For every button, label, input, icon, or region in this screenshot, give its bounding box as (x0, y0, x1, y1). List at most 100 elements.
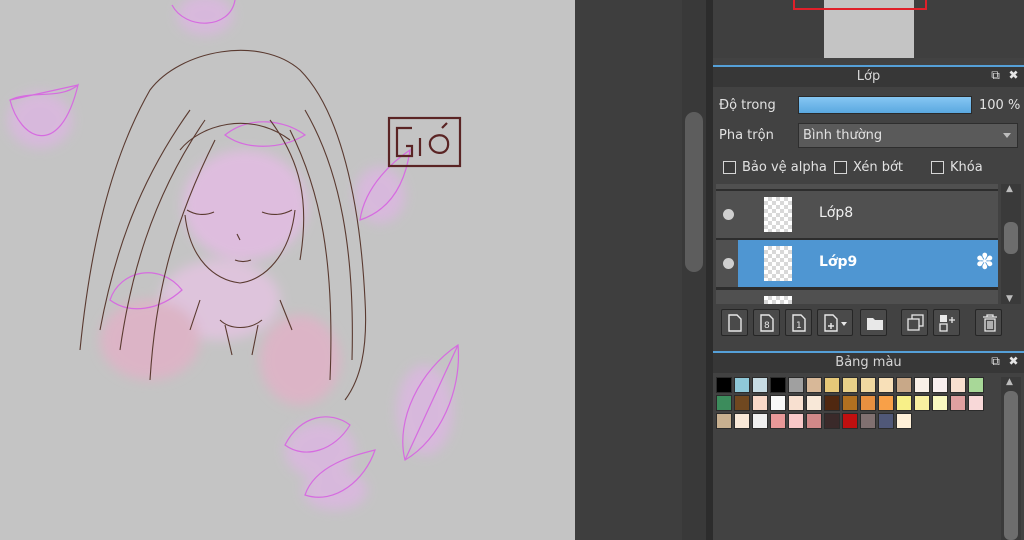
layer-list-scrollbar[interactable]: ▲ ▼ (1001, 184, 1021, 304)
scroll-down-arrow-icon[interactable]: ▼ (1006, 294, 1013, 304)
gear-icon[interactable]: ✽ (976, 251, 994, 275)
blend-mode-value: Bình thường (803, 128, 883, 143)
color-swatch[interactable] (932, 377, 948, 393)
color-swatch[interactable] (896, 395, 912, 411)
new-1bit-layer-button[interactable]: 1 (785, 309, 812, 336)
color-swatch[interactable] (716, 395, 732, 411)
color-swatch[interactable] (770, 377, 786, 393)
color-swatch[interactable] (878, 413, 894, 429)
new-8bit-layer-button[interactable]: 8 (753, 309, 780, 336)
checkbox-box[interactable] (931, 161, 944, 174)
color-swatch[interactable] (824, 413, 840, 429)
new-layer-button[interactable] (721, 309, 748, 336)
color-swatch[interactable] (878, 377, 894, 393)
new-1bit-layer-icon: 1 (792, 314, 806, 332)
color-swatch[interactable] (788, 395, 804, 411)
detach-icon[interactable]: ⧉ (989, 69, 1002, 82)
canvas-scrollbar-thumb[interactable] (685, 112, 703, 272)
color-swatch[interactable] (896, 377, 912, 393)
delete-layer-button[interactable] (975, 309, 1002, 336)
checkbox-box[interactable] (834, 161, 847, 174)
color-swatch[interactable] (842, 395, 858, 411)
color-swatch[interactable] (842, 377, 858, 393)
color-swatch[interactable] (860, 413, 876, 429)
detach-icon[interactable]: ⧉ (989, 355, 1002, 368)
drawing-canvas[interactable] (0, 0, 575, 540)
layer-row-selected[interactable]: Lớp9 ✽ (716, 240, 998, 287)
navigator-view-frame[interactable] (793, 0, 927, 10)
color-swatch[interactable] (752, 377, 768, 393)
canvas-vertical-scrollbar[interactable] (682, 0, 706, 540)
layer-name: Lớp9 (819, 254, 858, 270)
add-layer-dropdown-icon (824, 314, 847, 332)
layer-scrollbar-thumb[interactable] (1004, 222, 1018, 254)
color-swatch[interactable] (806, 395, 822, 411)
protect-alpha-checkbox[interactable]: Bảo vệ alpha (723, 160, 827, 175)
color-swatch[interactable] (896, 413, 912, 429)
color-swatch[interactable] (860, 395, 876, 411)
panel-splitter[interactable] (706, 0, 713, 540)
layer-name: Lớp8 (819, 205, 854, 221)
opacity-slider[interactable] (798, 96, 972, 114)
color-swatch[interactable] (824, 377, 840, 393)
color-swatch[interactable] (914, 377, 930, 393)
artwork (8, 0, 462, 510)
color-swatch[interactable] (752, 395, 768, 411)
close-icon[interactable]: ✖ (1007, 69, 1020, 82)
layer-row[interactable]: Lớp8 (716, 191, 998, 238)
layer-thumbnail (764, 246, 792, 281)
color-swatch[interactable] (770, 413, 786, 429)
duplicate-layer-button[interactable] (901, 309, 928, 336)
visibility-eye-icon[interactable] (723, 209, 734, 220)
svg-text:1: 1 (796, 321, 802, 331)
layer-list[interactable]: Lớp8 Lớp9 ✽ (716, 184, 998, 304)
clipping-checkbox[interactable]: Xén bớt (834, 160, 903, 175)
color-swatch[interactable] (824, 395, 840, 411)
new-8bit-layer-icon: 8 (760, 314, 774, 332)
color-swatch[interactable] (734, 377, 750, 393)
blend-label: Pha trộn (719, 128, 774, 143)
palette-scrollbar-thumb[interactable] (1004, 391, 1018, 540)
scroll-up-arrow-icon[interactable]: ▲ (1006, 184, 1013, 194)
visibility-eye-icon[interactable] (723, 258, 734, 269)
color-swatch[interactable] (716, 413, 732, 429)
color-swatch[interactable] (932, 395, 948, 411)
color-swatch[interactable] (842, 413, 858, 429)
color-swatch[interactable] (806, 413, 822, 429)
color-swatch[interactable] (860, 377, 876, 393)
new-folder-button[interactable] (860, 309, 887, 336)
layer-row-partial[interactable] (716, 184, 998, 189)
scroll-up-arrow-icon[interactable]: ▲ (1006, 377, 1013, 387)
blend-mode-select[interactable]: Bình thường (798, 123, 1018, 148)
palette-panel-title: Bảng màu (835, 355, 902, 370)
color-swatch[interactable] (770, 395, 786, 411)
color-swatch[interactable] (806, 377, 822, 393)
merge-layer-button[interactable] (933, 309, 960, 336)
lock-checkbox[interactable]: Khóa (931, 160, 983, 175)
layer-toolbar: 8 1 (718, 309, 1018, 337)
new-layer-icon (728, 314, 742, 332)
palette-scrollbar[interactable]: ▲ (1001, 377, 1021, 540)
color-swatch[interactable] (752, 413, 768, 429)
color-swatch[interactable] (950, 395, 966, 411)
color-swatch[interactable] (734, 413, 750, 429)
layer-row-partial[interactable] (716, 290, 998, 304)
add-layer-dropdown-button[interactable] (817, 309, 853, 336)
checkbox-box[interactable] (723, 161, 736, 174)
lock-label: Khóa (950, 160, 983, 175)
color-swatch[interactable] (968, 377, 984, 393)
color-swatch[interactable] (788, 413, 804, 429)
svg-text:8: 8 (764, 321, 770, 331)
color-swatch[interactable] (878, 395, 894, 411)
close-icon[interactable]: ✖ (1007, 355, 1020, 368)
color-swatch[interactable] (788, 377, 804, 393)
opacity-label: Độ trong (719, 98, 776, 113)
color-swatch[interactable] (716, 377, 732, 393)
color-swatch[interactable] (968, 395, 984, 411)
protect-alpha-label: Bảo vệ alpha (742, 160, 827, 175)
navigator-panel[interactable] (713, 0, 1024, 58)
color-swatch[interactable] (950, 377, 966, 393)
layer-panel-title: Lớp (856, 69, 881, 84)
color-swatch[interactable] (734, 395, 750, 411)
color-swatch[interactable] (914, 395, 930, 411)
